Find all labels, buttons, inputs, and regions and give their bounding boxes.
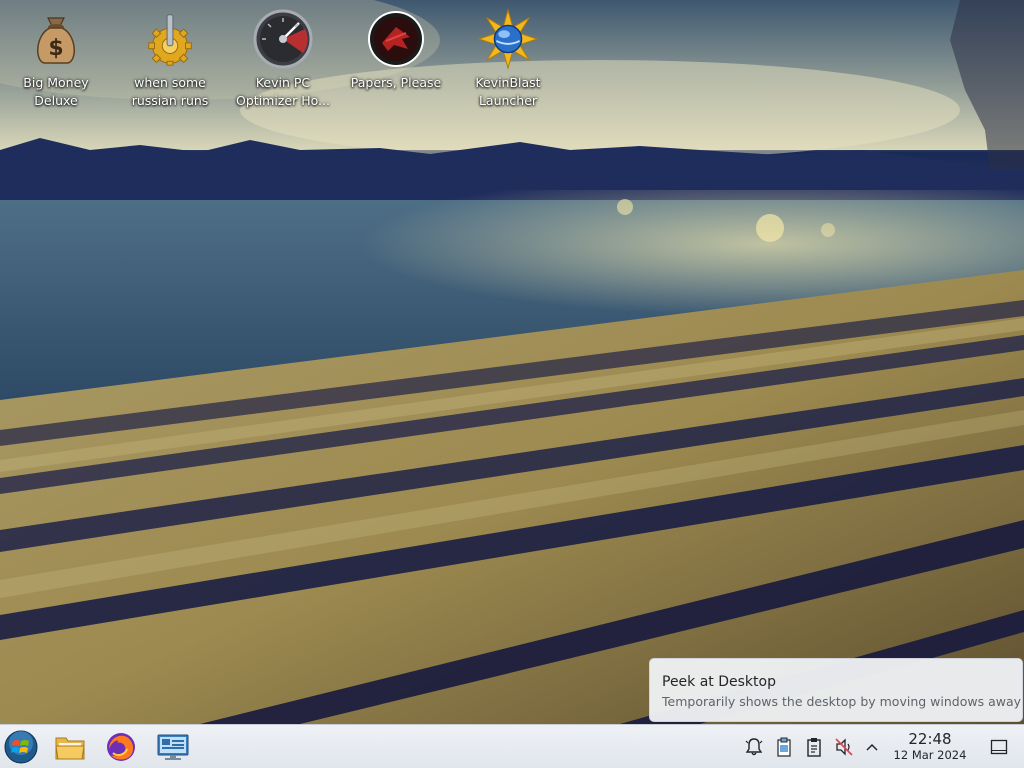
clock-time: 22:48 <box>908 730 952 748</box>
windows-orb-icon <box>4 730 38 764</box>
taskbar: 22:48 12 Mar 2024 <box>0 724 1024 768</box>
desktop-icon-label: Kevin PC Optimizer Ho... <box>236 75 330 108</box>
peek-at-desktop-tooltip: Peek at Desktop Temporarily shows the de… <box>649 658 1023 722</box>
desktop-icon-papers-please[interactable]: Papers, Please <box>347 8 445 92</box>
desktop-icon-label: KevinBlast Launcher <box>475 75 541 108</box>
firefox-button[interactable] <box>103 729 139 765</box>
notifications-icon[interactable] <box>743 736 765 758</box>
money-bag-icon: $ <box>25 8 87 70</box>
clock-date: 12 Mar 2024 <box>893 748 967 762</box>
desktop-icon-kevin-pc-optimizer[interactable]: Kevin PC Optimizer Ho... <box>234 8 332 110</box>
start-menu-button[interactable] <box>3 729 39 765</box>
desktop-area[interactable]: $ Big Money Deluxe when some russian run… <box>0 0 1024 724</box>
folder-icon <box>55 737 85 760</box>
system-settings-button[interactable] <box>155 729 191 765</box>
clipboard-icon[interactable] <box>803 736 825 758</box>
monitor-settings-icon <box>157 734 189 760</box>
desktop-icon-label: when some russian runs a... <box>131 75 209 108</box>
gear-lever-icon <box>139 8 201 70</box>
firefox-icon <box>107 733 135 761</box>
show-desktop-icon <box>990 739 1008 755</box>
speedometer-icon <box>252 8 314 70</box>
svg-text:$: $ <box>48 36 63 61</box>
desktop-icon-label: Papers, Please <box>350 75 442 90</box>
desktop-icon-russian-game[interactable]: when some russian runs a... <box>121 8 219 110</box>
show-desktop-button[interactable] <box>984 731 1014 763</box>
digital-clock[interactable]: 22:48 12 Mar 2024 <box>886 730 974 763</box>
volume-muted-icon[interactable] <box>833 736 855 758</box>
tooltip-title: Peek at Desktop <box>662 674 776 690</box>
clipboard-paste-icon[interactable] <box>773 736 795 758</box>
expand-tray-icon[interactable] <box>861 736 883 758</box>
desktop-icon-kevinblast-launcher[interactable]: KevinBlast Launcher <box>459 8 557 110</box>
desktop-icon-label: Big Money Deluxe <box>23 75 89 108</box>
blast-globe-icon <box>477 8 539 70</box>
papers-please-emblem-icon <box>365 8 427 70</box>
desktop-icon-big-money-deluxe[interactable]: $ Big Money Deluxe <box>7 8 105 110</box>
file-manager-button[interactable] <box>52 729 88 765</box>
tooltip-description: Temporarily shows the desktop by moving … <box>662 694 1022 709</box>
